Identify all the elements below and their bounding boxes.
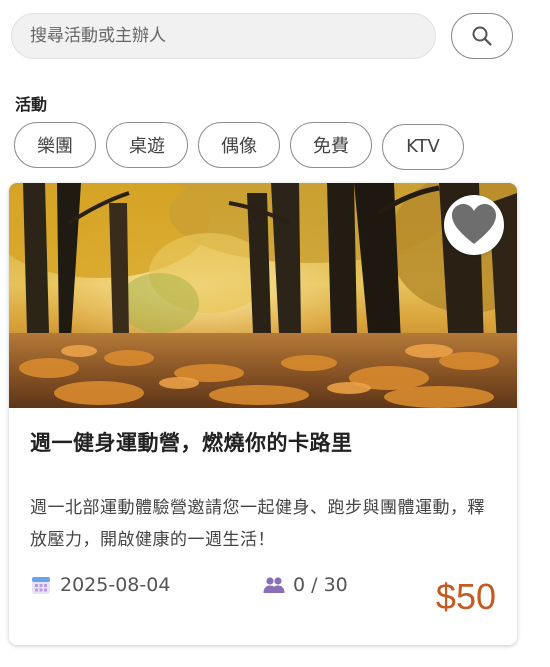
heart-icon [452,204,496,244]
search-input[interactable] [11,13,436,59]
event-date: 2025-08-04 [31,574,170,596]
search-bar [11,13,513,61]
event-card[interactable]: 週一健身運動營，燃燒你的卡路里 週一北部運動體驗營邀請您一起健身、跑步與團體運動… [9,183,517,645]
tag-ktv[interactable]: KTV [382,123,464,170]
calendar-icon [32,577,50,594]
category-tags: 樂團 桌遊 偶像 免費 KTV [14,122,474,170]
event-date-text: 2025-08-04 [60,574,171,596]
tag-idol[interactable]: 偶像 [198,122,280,168]
favorite-button[interactable] [444,195,504,255]
event-price: $50 [435,576,496,617]
tag-board-games[interactable]: 桌遊 [106,122,188,168]
people-icon [263,577,285,593]
search-button[interactable] [451,13,513,59]
category-section-label: 活動 [15,95,48,114]
event-description: 週一北部運動體驗營邀請您一起健身、跑步與團體運動，釋放壓力，開啟健康的一週生活！ [30,498,485,550]
event-participants: 0 / 30 [263,574,348,596]
search-icon [472,26,492,46]
event-cover-image [9,183,517,408]
event-title[interactable]: 週一健身運動營，燃燒你的卡路里 [30,427,353,457]
tag-free[interactable]: 免費 [290,122,372,168]
tag-band[interactable]: 樂團 [14,122,96,168]
event-participants-text: 0 / 30 [293,574,348,596]
